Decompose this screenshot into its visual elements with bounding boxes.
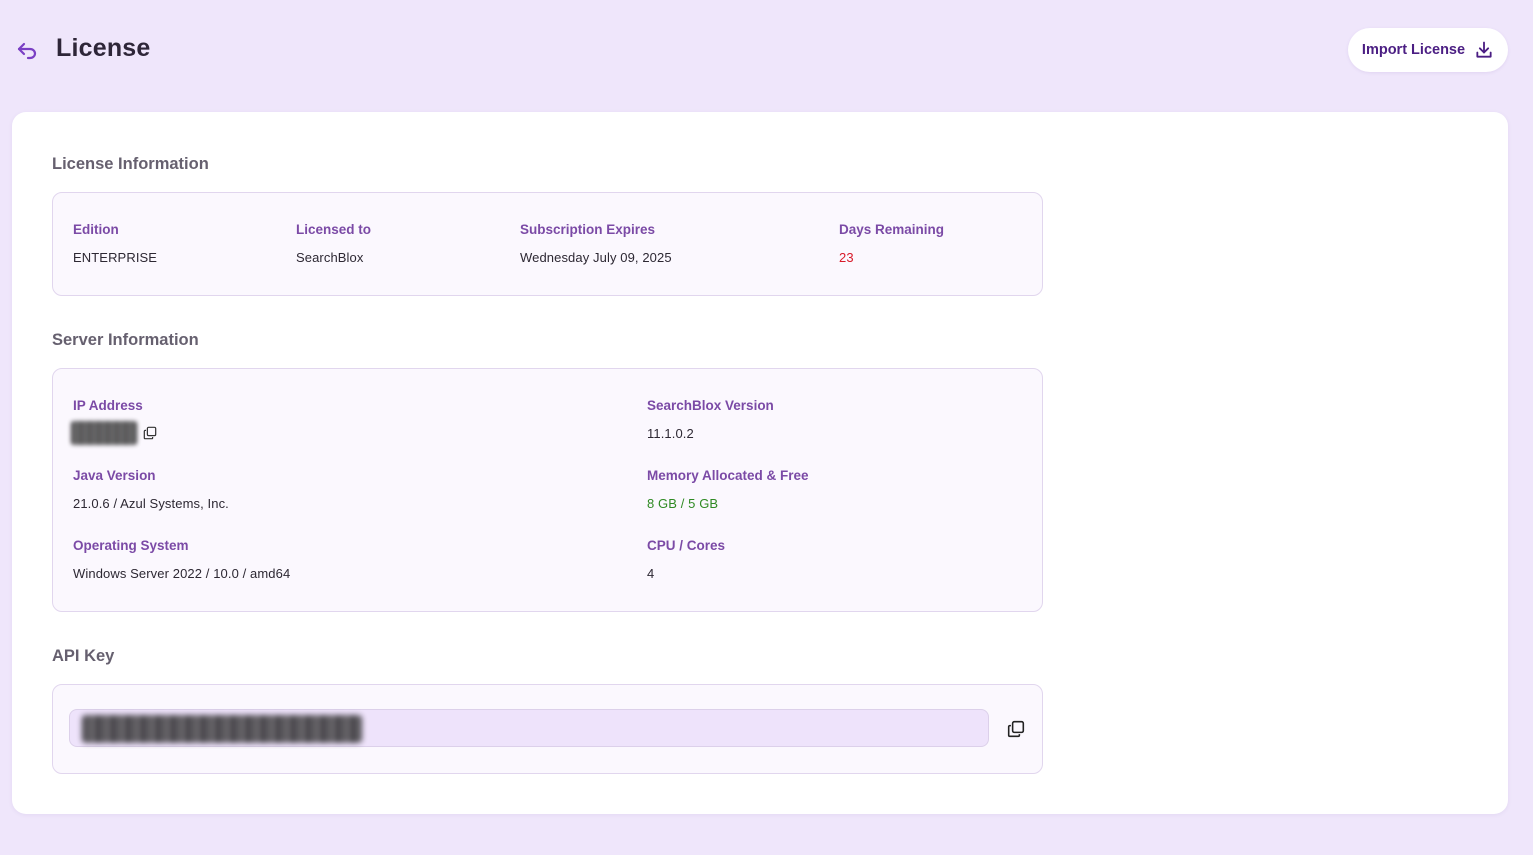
memory-value: 8 GB / 5 GB [647,496,719,511]
api-key-title: API Key [52,647,115,665]
operating-system-label: Operating System [73,538,189,553]
days-remaining-label: Days Remaining [839,222,945,237]
download-icon [1476,41,1492,58]
searchblox-version-value: 11.1.0.2 [647,426,694,441]
days-remaining-value: 23 [839,250,854,265]
edition-label: Edition [73,222,119,237]
api-key-field[interactable] [69,709,989,747]
subscription-expires-label: Subscription Expires [520,222,656,237]
license-information-title: License Information [52,155,209,173]
subscription-expires-value: Wednesday July 09, 2025 [520,250,672,265]
ip-address-value-redacted [71,421,137,445]
cpu-cores-value: 4 [647,566,655,581]
import-license-button[interactable]: Import License [1348,28,1508,72]
cpu-cores-label: CPU / Cores [647,538,726,553]
licensed-to-value: SearchBlox [296,250,364,265]
back-button[interactable] [14,37,40,63]
server-information-panel: IP Address SearchBlox Version 11.1.0.2 J… [52,368,1043,612]
import-license-label: Import License [1361,42,1466,58]
java-version-value: 21.0.6 / Azul Systems, Inc. [73,496,229,511]
main-card: License Information Edition ENTERPRISE L… [12,112,1508,814]
license-information-panel: Edition ENTERPRISE Licensed to SearchBlo… [52,192,1043,296]
licensed-to-label: Licensed to [296,222,372,237]
undo-arrow-icon [17,42,37,60]
page-header: License Import License [0,0,1533,100]
ip-address-label: IP Address [73,398,143,413]
java-version-label: Java Version [73,468,156,483]
operating-system-value: Windows Server 2022 / 10.0 / amd64 [73,566,291,581]
searchblox-version-label: SearchBlox Version [647,398,774,413]
server-information-title: Server Information [52,331,199,349]
edition-value: ENTERPRISE [73,250,158,265]
copy-api-key-icon[interactable] [1007,720,1025,738]
api-key-panel [52,684,1043,774]
memory-label: Memory Allocated & Free [647,468,809,483]
copy-ip-icon[interactable] [143,426,157,440]
page-title: License [56,34,151,62]
